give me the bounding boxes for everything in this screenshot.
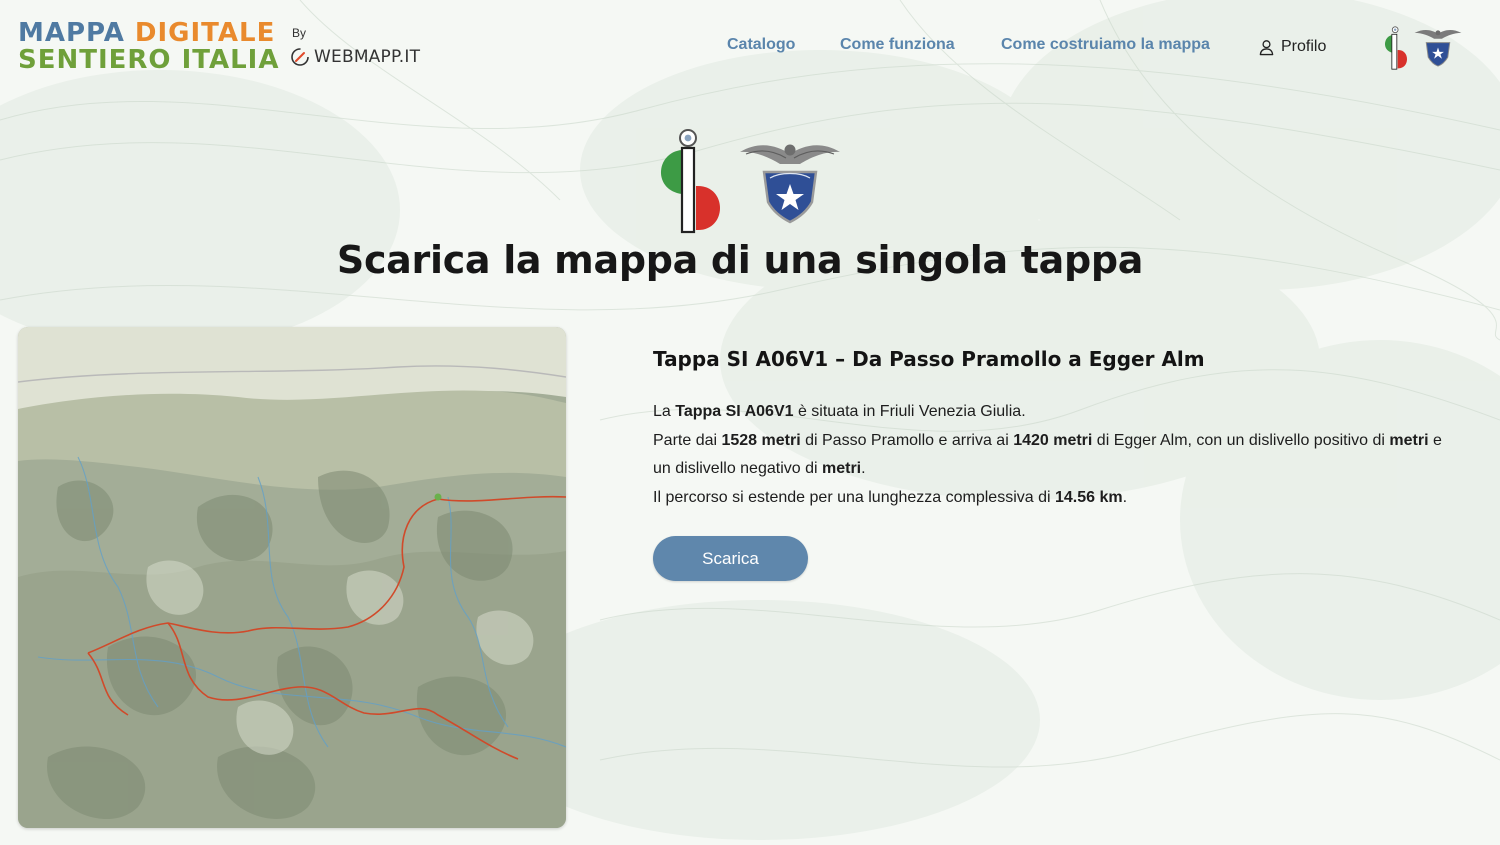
webmapp-icon — [291, 48, 309, 66]
brand-line-sentiero-italia: SENTIERO ITALIA — [18, 45, 280, 75]
cai-logo — [740, 144, 840, 224]
nav-profilo-label: Profilo — [1281, 38, 1327, 55]
download-button[interactable]: Scarica — [653, 536, 808, 581]
cai-logo-small[interactable] — [1412, 26, 1464, 68]
nav-come-funziona[interactable]: Come funziona — [840, 36, 955, 58]
webmapp-credit[interactable]: By WEBMAPP.IT — [290, 26, 420, 70]
nav-profilo[interactable]: Profilo — [1258, 36, 1326, 58]
stage-length: Il percorso si estende per una lunghezza… — [653, 488, 1128, 506]
webmapp-brand: WEBMAPP.IT — [314, 47, 421, 67]
sentiero-italia-logo-small[interactable] — [1380, 26, 1412, 70]
nav-catalogo[interactable]: Catalogo — [727, 36, 795, 58]
sentiero-italia-logo — [660, 129, 720, 234]
brand-word-mappa: MAPPA — [18, 18, 125, 48]
stage-description: La Tappa SI A06V1 è situata in Friuli Ve… — [653, 398, 1453, 512]
page-title: Scarica la mappa di una singola tappa — [336, 238, 1144, 282]
stage-map-preview — [18, 327, 566, 828]
brand-word-digitale: DIGITALE — [134, 18, 276, 48]
stage-location: La Tappa SI A06V1 è situata in Friuli Ve… — [653, 403, 1026, 420]
by-label: By — [292, 26, 307, 40]
user-icon — [1259, 39, 1274, 55]
stage-title: Tappa SI A06V1 – Da Passo Pramollo a Egg… — [653, 347, 1205, 371]
nav-come-costruiamo-la-mappa[interactable]: Come costruiamo la mappa — [1001, 36, 1210, 58]
brand-logo[interactable]: MAPPA DIGITALE SENTIERO ITALIA — [18, 18, 278, 76]
stage-elevation: Parte dai 1528 metri di Passo Pramollo e… — [653, 431, 1442, 478]
